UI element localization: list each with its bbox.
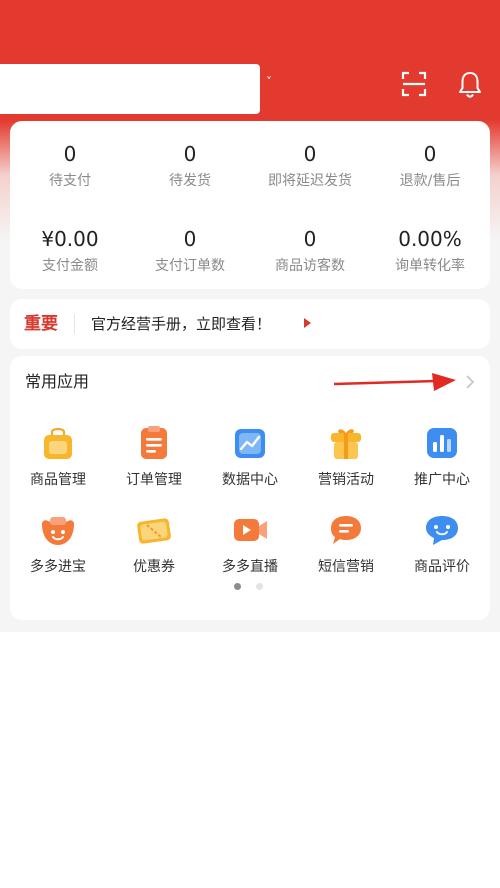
play-arrow-icon: [304, 318, 311, 328]
notice-tag: 重要: [24, 314, 58, 334]
stat-value: 0: [63, 142, 77, 166]
stat-label: 即将延迟发货: [268, 173, 352, 189]
notice-text: 官方经营手册，立即查看！: [91, 315, 272, 333]
bar-chart-icon: [427, 428, 457, 458]
stat-refund-aftersale[interactable]: 0 退款/售后: [370, 141, 490, 191]
review-chat-icon: [426, 516, 458, 545]
common-apps-card: 常用应用 商品管理 订单管理 数据中心 营销活动 推广中心 多多进宝 优惠券 多…: [10, 356, 490, 620]
sms-message-icon: [331, 516, 361, 544]
order-list-icon: [141, 426, 167, 459]
page-indicator: [234, 583, 274, 591]
bell-icon[interactable]: [455, 69, 485, 99]
app-label: 优惠券: [133, 559, 175, 575]
treasure-pot-icon: [42, 517, 74, 545]
stat-label: 支付订单数: [155, 258, 225, 274]
stat-value: 0: [303, 227, 317, 251]
stat-value: ¥0.00: [41, 227, 99, 251]
apps-section-title: 常用应用: [25, 372, 90, 391]
app-label: 数据中心: [222, 472, 278, 488]
chevron-right-icon[interactable]: [462, 374, 478, 390]
app-label: 短信营销: [318, 559, 374, 575]
stat-payment-orders[interactable]: 0 支付订单数: [130, 226, 250, 276]
app-label: 多多进宝: [30, 559, 86, 575]
stat-payment-amount[interactable]: ¥0.00 支付金额: [10, 226, 130, 276]
chevron-down-icon[interactable]: ˅: [262, 72, 276, 92]
app-marketing-activities[interactable]: 营销活动: [298, 424, 394, 490]
app-product-management[interactable]: 商品管理: [10, 424, 106, 490]
gift-box-icon: [331, 429, 361, 459]
notice-divider: [74, 314, 75, 334]
app-label: 商品评价: [414, 559, 470, 575]
stat-value: 0: [183, 142, 197, 166]
shopping-bag-icon: [44, 427, 72, 459]
app-promotion-center[interactable]: 推广中心: [394, 424, 490, 490]
app-order-management[interactable]: 订单管理: [106, 424, 202, 490]
stat-label: 退款/售后: [399, 173, 461, 189]
app-product-reviews[interactable]: 商品评价: [394, 511, 490, 577]
app-coupons[interactable]: 优惠券: [106, 511, 202, 577]
stat-value: 0: [183, 227, 197, 251]
stat-delayed-shipment[interactable]: 0 即将延迟发货: [250, 141, 370, 191]
stat-label: 待支付: [49, 173, 91, 189]
scan-icon[interactable]: [399, 69, 429, 99]
coupon-icon: [137, 518, 171, 544]
app-label: 商品管理: [30, 472, 86, 488]
stat-inquiry-conversion[interactable]: 0.00% 询单转化率: [370, 226, 490, 276]
stat-pending-shipment[interactable]: 0 待发货: [130, 141, 250, 191]
app-duoduo-jinbao[interactable]: 多多进宝: [10, 511, 106, 577]
app-data-center[interactable]: 数据中心: [202, 424, 298, 490]
stat-value: 0: [423, 142, 437, 166]
stat-label: 询单转化率: [395, 258, 465, 274]
stat-label: 商品访客数: [275, 258, 345, 274]
app-label: 推广中心: [414, 472, 470, 488]
app-sms-marketing[interactable]: 短信营销: [298, 511, 394, 577]
page-bottom-area: [0, 632, 500, 888]
stat-label: 支付金额: [42, 258, 98, 274]
page-dot-active[interactable]: [234, 583, 241, 590]
page-dot-inactive[interactable]: [256, 583, 263, 590]
stat-label: 待发货: [169, 173, 211, 189]
app-duoduo-live[interactable]: 多多直播: [202, 511, 298, 577]
notice-banner[interactable]: 重要 官方经营手册，立即查看！: [10, 299, 490, 349]
stat-value: 0: [303, 142, 317, 166]
stat-product-visitors[interactable]: 0 商品访客数: [250, 226, 370, 276]
chart-trend-icon: [235, 429, 265, 458]
shop-selector[interactable]: [0, 64, 260, 114]
app-label: 多多直播: [222, 559, 278, 575]
app-label: 营销活动: [318, 472, 374, 488]
stat-pending-payment[interactable]: 0 待支付: [10, 141, 130, 191]
stat-value: 0.00%: [398, 227, 462, 251]
stats-card: 0 待支付 0 待发货 0 即将延迟发货 0 退款/售后 ¥0.00 支付金额 …: [10, 121, 490, 289]
app-label: 订单管理: [126, 472, 182, 488]
live-video-icon: [234, 519, 267, 541]
red-arrow-annotation-icon: [333, 373, 456, 391]
